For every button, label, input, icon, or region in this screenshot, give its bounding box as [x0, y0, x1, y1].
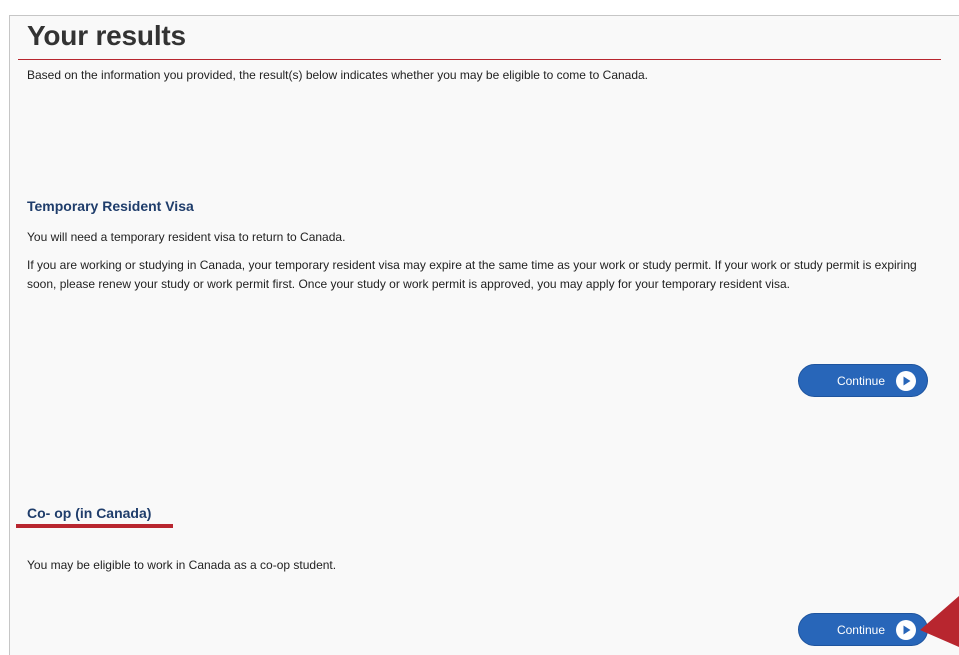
result-text-need-visa: You will need a temporary resident visa …	[27, 230, 346, 244]
play-circle-icon	[895, 370, 917, 392]
continue-button-label: Continue	[836, 373, 885, 388]
pointer-arrow-icon	[920, 596, 959, 647]
page-title: Your results	[27, 20, 186, 51]
result-text-co-op: You may be eligible to work in Canada as…	[27, 558, 337, 572]
highlight-underline	[16, 524, 173, 528]
continue-button-co-op[interactable]: Continue	[798, 613, 928, 646]
result-title-temporary-resident-visa: Temporary Resident Visa	[27, 198, 194, 214]
result-text-visa-details: If you are working or studying in Canada…	[27, 258, 917, 291]
result-title-co-op: Co- op (in Canada)	[27, 505, 152, 521]
play-circle-icon	[895, 619, 917, 641]
continue-button-temporary-resident-visa[interactable]: Continue	[798, 364, 928, 397]
continue-button-label: Continue	[836, 622, 885, 637]
title-divider	[18, 59, 941, 60]
intro-text: Based on the information you provided, t…	[27, 68, 649, 82]
